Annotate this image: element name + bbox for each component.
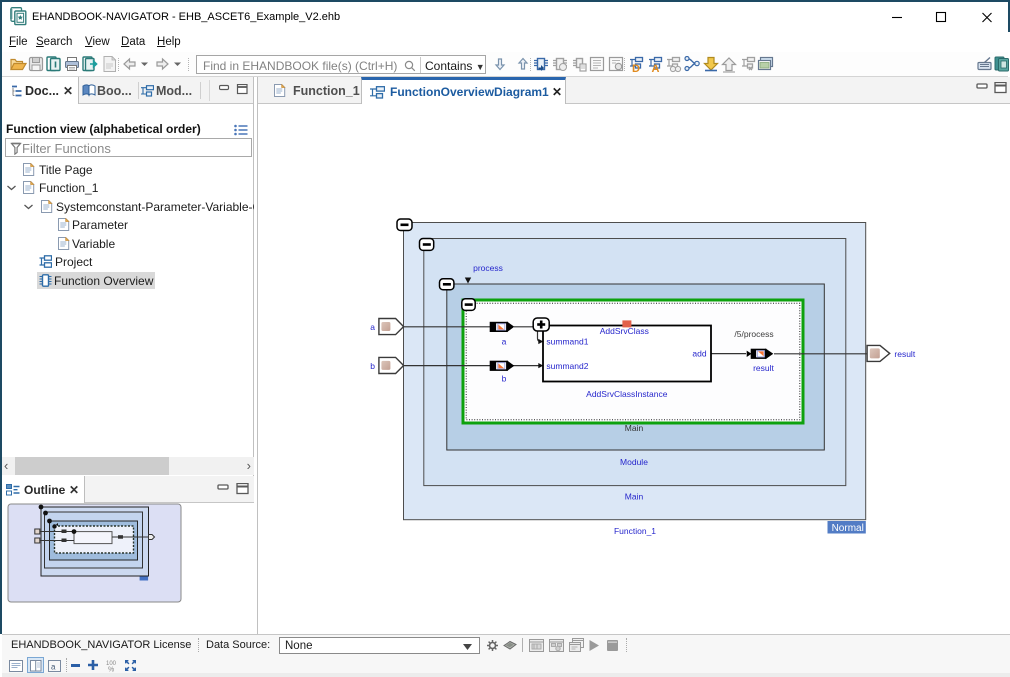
svg-text:result: result [894, 349, 915, 359]
svg-text:summand2: summand2 [546, 361, 588, 371]
svg-text:Module: Module [620, 457, 648, 467]
svg-text:Main: Main [625, 492, 644, 502]
svg-text:Normal: Normal [832, 523, 864, 534]
svg-text:Function_1: Function_1 [614, 526, 656, 536]
svg-text:AddSrvClass: AddSrvClass [600, 326, 649, 336]
svg-text:b: b [502, 374, 507, 384]
svg-text:result: result [753, 363, 774, 373]
svg-text:a: a [51, 663, 56, 672]
svg-text:/5/process: /5/process [734, 329, 773, 339]
svg-text:a: a [502, 337, 507, 347]
svg-text:Main: Main [625, 423, 644, 433]
svg-text:summand1: summand1 [546, 336, 588, 346]
svg-text:b: b [370, 361, 375, 371]
svg-text:process: process [473, 263, 503, 273]
svg-text:D: D [632, 63, 640, 73]
svg-text:a: a [370, 322, 375, 332]
svg-text:%: % [108, 667, 114, 673]
svg-text:A: A [651, 63, 659, 73]
svg-text:add: add [692, 349, 706, 359]
svg-text:AddSrvClassInstance: AddSrvClassInstance [586, 389, 668, 399]
